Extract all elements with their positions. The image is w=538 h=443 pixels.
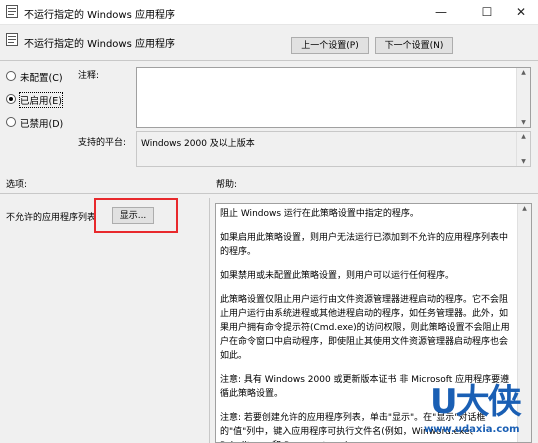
platform-scrollbar[interactable]: ▲ ▼ xyxy=(516,132,530,166)
watermark: U大侠 www.udaxia.com xyxy=(424,382,538,443)
policy-icon xyxy=(6,33,18,46)
platform-box: Windows 2000 及以上版本 ▲ ▼ xyxy=(136,131,531,167)
minimize-button[interactable]: — xyxy=(424,0,458,24)
platform-value: Windows 2000 及以上版本 xyxy=(141,139,255,149)
not-configured-radio[interactable] xyxy=(6,71,16,81)
help-paragraph: 如果禁用或未配置此策略设置，则用户可以运行任何程序。 xyxy=(220,271,455,281)
previous-setting-button[interactable]: 上一个设置(P) xyxy=(291,37,369,54)
header-divider xyxy=(0,60,538,61)
scroll-down-icon[interactable]: ▼ xyxy=(517,119,530,126)
comment-label: 注释: xyxy=(78,71,100,81)
comment-textarea[interactable]: ▲ ▼ xyxy=(136,67,531,128)
scroll-up-icon[interactable]: ▲ xyxy=(518,205,531,212)
help-paragraph: 阻止 Windows 运行在此策略设置中指定的程序。 xyxy=(220,209,419,219)
help-paragraph: 如果启用此策略设置，则用户无法运行已添加到不允许的应用程序列表中的程序。 xyxy=(220,233,509,257)
comment-scrollbar[interactable]: ▲ ▼ xyxy=(516,68,530,127)
window-title: 不运行指定的 Windows 应用程序 xyxy=(24,10,175,21)
title-bar: 不运行指定的 Windows 应用程序 — ☐ ✕ xyxy=(0,0,538,25)
policy-title: 不运行指定的 Windows 应用程序 xyxy=(24,39,175,50)
disabled-label[interactable]: 已禁用(D) xyxy=(20,116,63,130)
scroll-down-icon[interactable]: ▼ xyxy=(517,158,530,165)
policy-icon xyxy=(6,5,18,18)
options-label: 选项: xyxy=(6,180,28,190)
disabled-radio[interactable] xyxy=(6,117,16,127)
not-configured-label[interactable]: 未配置(C) xyxy=(20,70,63,84)
platform-label: 支持的平台: xyxy=(78,138,127,148)
highlight-annotation xyxy=(94,198,178,233)
enabled-radio[interactable] xyxy=(6,94,16,104)
section-divider xyxy=(0,193,538,194)
options-pane: 不允许的应用程序列表 显示... xyxy=(0,198,210,443)
maximize-button[interactable]: ☐ xyxy=(470,0,504,24)
help-paragraph: 此策略设置仅阻止用户运行由文件资源管理器进程启动的程序。它不会阻止用户运行由系统… xyxy=(220,295,510,361)
scroll-up-icon[interactable]: ▲ xyxy=(517,69,530,76)
disallowed-apps-label: 不允许的应用程序列表 xyxy=(6,213,97,223)
watermark-url: www.udaxia.com xyxy=(424,424,520,435)
next-setting-button[interactable]: 下一个设置(N) xyxy=(375,37,453,54)
enabled-label[interactable]: 已启用(E) xyxy=(19,92,63,108)
help-label: 帮助: xyxy=(216,180,238,190)
close-button[interactable]: ✕ xyxy=(504,0,538,24)
watermark-logo: U大侠 xyxy=(430,382,522,422)
scroll-up-icon[interactable]: ▲ xyxy=(517,133,530,140)
